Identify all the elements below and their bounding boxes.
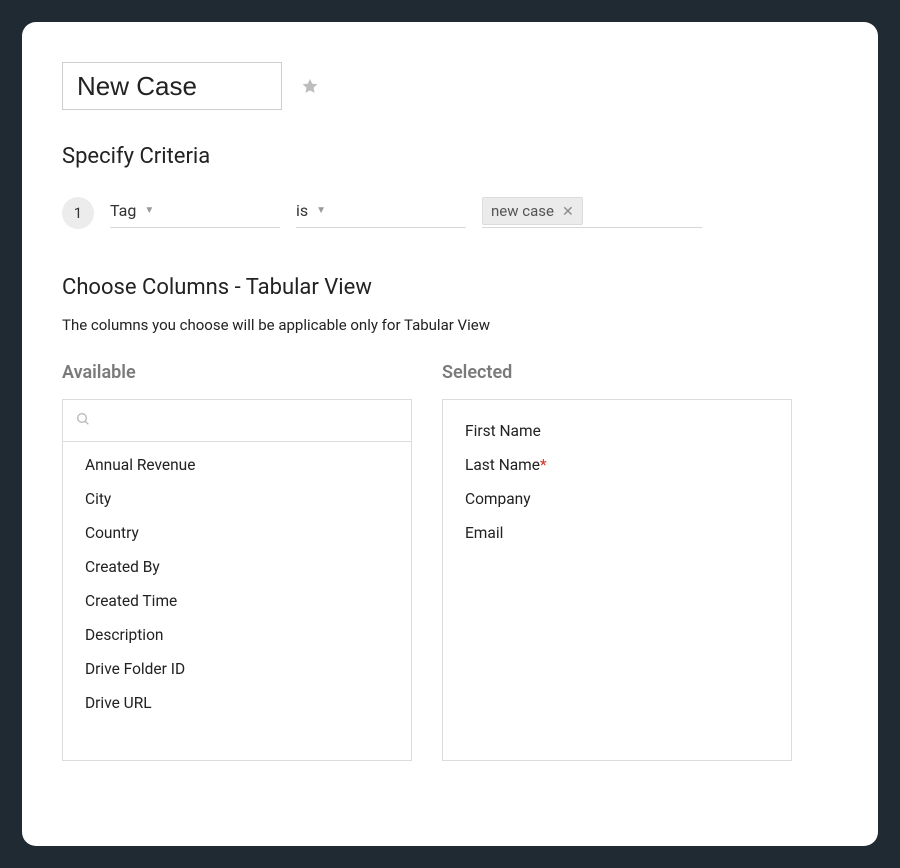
available-search-input[interactable] (99, 412, 399, 429)
selected-list[interactable]: First NameLast Name*CompanyEmail (443, 400, 791, 760)
required-asterisk-icon: * (540, 456, 547, 474)
list-item[interactable]: Drive URL (63, 686, 411, 720)
list-item[interactable]: Country (63, 516, 411, 550)
view-editor-card: Specify Criteria 1 Tag ▼ is ▼ new case ✕… (22, 22, 878, 846)
criteria-field-dropdown[interactable]: Tag ▼ (110, 198, 280, 228)
available-label: Available (62, 362, 412, 383)
tag-chip-remove-button[interactable]: ✕ (562, 204, 574, 218)
tag-chip-label: new case (491, 202, 554, 220)
choose-columns-heading: Choose Columns - Tabular View (62, 275, 838, 300)
title-row (62, 62, 838, 110)
list-item[interactable]: Description (63, 618, 411, 652)
available-list[interactable]: Annual RevenueCityCountryCreated ByCreat… (63, 442, 411, 760)
available-block: Available Annual RevenueCityCountryCreat… (62, 362, 412, 761)
favorite-star-button[interactable] (300, 76, 320, 96)
list-item[interactable]: City (63, 482, 411, 516)
view-name-input[interactable] (62, 62, 282, 110)
list-item[interactable]: First Name (443, 414, 791, 448)
criteria-field-value: Tag (110, 201, 136, 220)
chevron-down-icon: ▼ (316, 205, 326, 216)
close-icon: ✕ (562, 203, 574, 219)
specify-criteria-heading: Specify Criteria (62, 144, 838, 169)
criteria-row: 1 Tag ▼ is ▼ new case ✕ (62, 197, 838, 229)
selected-list-box: First NameLast Name*CompanyEmail (442, 399, 792, 761)
star-icon (301, 77, 319, 95)
available-list-box: Annual RevenueCityCountryCreated ByCreat… (62, 399, 412, 761)
list-item[interactable]: Created Time (63, 584, 411, 618)
search-icon (75, 411, 91, 431)
list-item[interactable]: Drive Folder ID (63, 652, 411, 686)
list-item[interactable]: Created By (63, 550, 411, 584)
list-item[interactable]: Last Name* (443, 448, 791, 482)
choose-columns-help-text: The columns you choose will be applicabl… (62, 316, 838, 334)
available-search-row (63, 400, 411, 442)
list-item[interactable]: Email (443, 516, 791, 550)
list-item[interactable]: Company (443, 482, 791, 516)
criteria-operator-value: is (296, 201, 308, 220)
criteria-operator-dropdown[interactable]: is ▼ (296, 198, 466, 228)
tag-chip: new case ✕ (482, 197, 583, 225)
criteria-index-badge: 1 (62, 197, 94, 229)
chevron-down-icon: ▼ (144, 205, 154, 216)
selected-block: Selected First NameLast Name*CompanyEmai… (442, 362, 792, 761)
columns-picker: Available Annual RevenueCityCountryCreat… (62, 362, 838, 761)
criteria-value-field[interactable]: new case ✕ (482, 198, 702, 228)
list-item[interactable]: Annual Revenue (63, 448, 411, 482)
selected-label: Selected (442, 362, 792, 383)
